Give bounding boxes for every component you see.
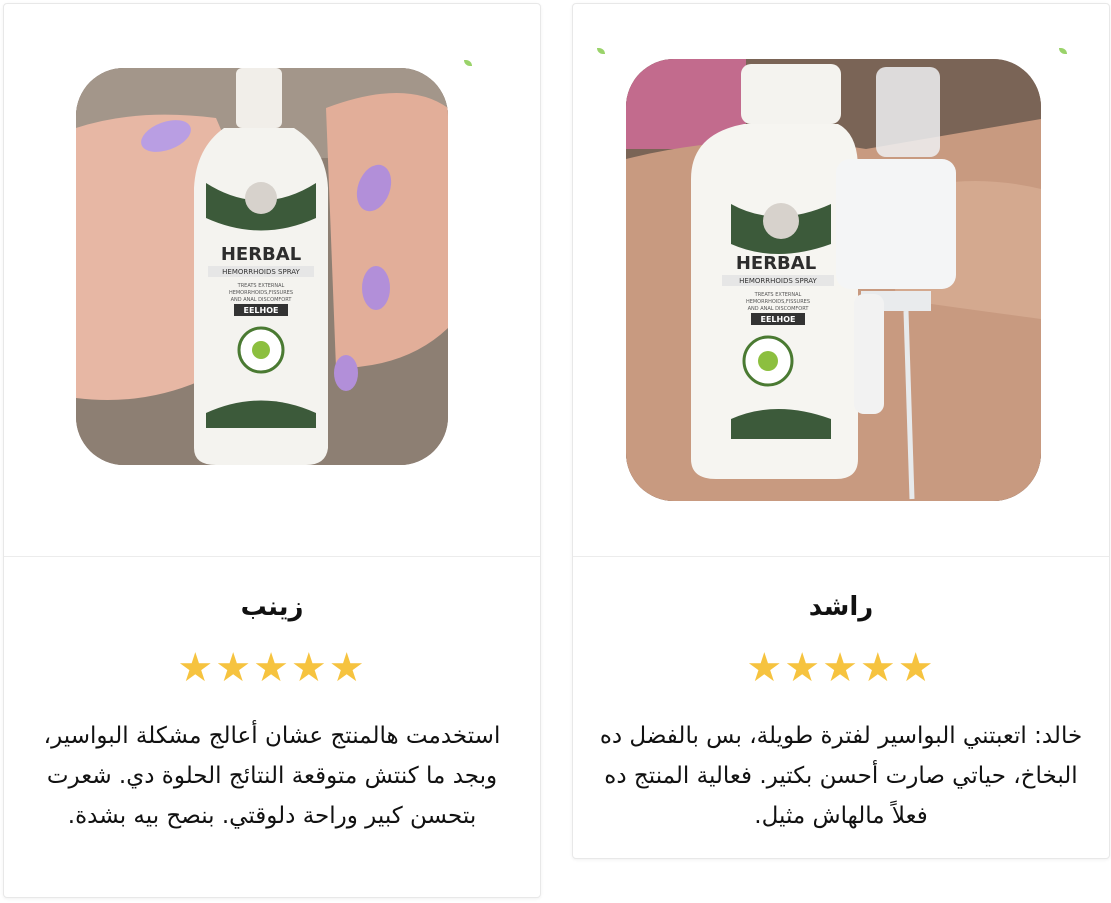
product-claim-label: TREATS EXTERNAL [237,283,285,289]
reviewer-name: زينب [240,592,304,622]
product-name-label: HERBAL [221,244,301,265]
review-photo[interactable]: HERBAL HEMORRHOIDS SPRAY TREATS EXTERNAL… [76,68,448,465]
product-name-label: HERBAL [736,253,816,274]
bottle-cap [236,68,282,128]
product-claim-label: HEMORRHOIDS,FISSURES [746,299,810,305]
review-photo-area: HERBAL HEMORRHOIDS SPRAY TREATS EXTERNAL… [573,4,1109,557]
product-photo-illustration: HERBAL HEMORRHOIDS SPRAY TREATS EXTERNAL… [626,59,1041,501]
star-rating: ★★★★★ [746,645,936,691]
product-subtitle-label: HEMORRHOIDS SPRAY [222,268,300,276]
product-claim-label: HEMORRHOIDS,FISSURES [229,290,293,296]
review-text: استخدمت هالمنتج عشان أعالج مشكلة البواسي… [43,723,501,829]
review-card-rashed: HERBAL HEMORRHOIDS SPRAY TREATS EXTERNAL… [572,3,1110,859]
reviewer-name: راشد [808,592,874,622]
review-photo[interactable]: HERBAL HEMORRHOIDS SPRAY TREATS EXTERNAL… [626,59,1041,501]
bottle-cap [741,64,841,124]
leaf-decoration-icon [1059,48,1067,54]
product-claim-label: AND ANAL DISCOMFORT [748,306,810,312]
product-subtitle-label: HEMORRHOIDS SPRAY [739,277,817,285]
star-rating: ★★★★★ [177,645,367,691]
review-text: خالد: اتعبتني البواسير لفترة طويلة، بس ب… [599,723,1083,829]
product-claim-label: TREATS EXTERNAL [754,292,802,298]
review-card-zainab: HERBAL HEMORRHOIDS SPRAY TREATS EXTERNAL… [3,3,541,898]
leaf-decoration-icon [464,60,472,66]
product-claim-label: AND ANAL DISCOMFORT [231,297,293,303]
leaf-decoration-icon [597,48,605,54]
spray-nozzle [876,67,940,157]
brand-label: EELHOE [244,306,279,315]
product-photo-illustration: HERBAL HEMORRHOIDS SPRAY TREATS EXTERNAL… [76,68,448,465]
review-photo-area: HERBAL HEMORRHOIDS SPRAY TREATS EXTERNAL… [4,4,540,557]
brand-label: EELHOE [761,315,796,324]
